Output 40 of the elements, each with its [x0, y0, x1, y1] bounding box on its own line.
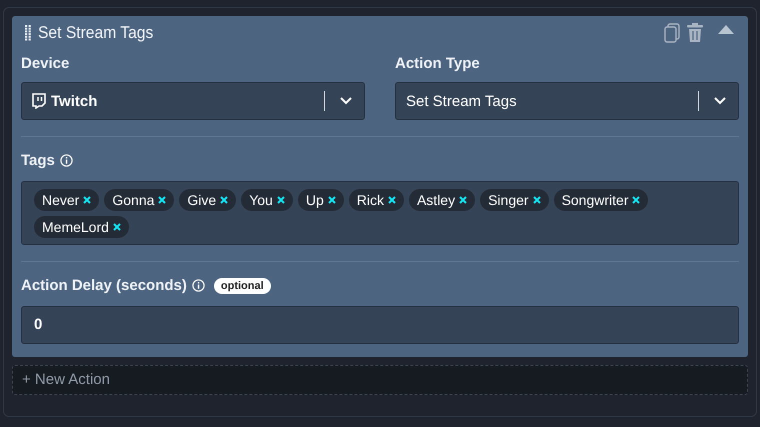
- field-label: Action Delay (seconds): [21, 277, 187, 294]
- tag-chip: Give: [179, 189, 236, 211]
- drag-handle-icon[interactable]: [25, 25, 31, 41]
- chat-bubble-icon: [32, 93, 46, 109]
- field-label: Action Type: [395, 55, 481, 72]
- tag-chip: MemeLord: [34, 216, 129, 238]
- remove-tag-icon[interactable]: [328, 196, 336, 204]
- new-action-button[interactable]: + New Action: [12, 365, 748, 395]
- copy-icon[interactable]: [664, 23, 680, 43]
- info-icon[interactable]: [192, 279, 205, 292]
- field-label: Device: [21, 55, 70, 72]
- tag-chip: Rick: [348, 189, 404, 211]
- tag-chip: Astley: [408, 189, 476, 211]
- chevron-down-icon: [714, 97, 726, 105]
- tag-chip: Never: [34, 189, 100, 211]
- remove-tag-icon[interactable]: [158, 196, 166, 204]
- collapse-caret-icon[interactable]: [718, 25, 734, 35]
- action-title: Set Stream Tags: [38, 23, 154, 43]
- tag-chip: Up: [298, 189, 344, 211]
- remove-tag-icon[interactable]: [459, 196, 468, 204]
- remove-tag-icon[interactable]: [276, 196, 285, 204]
- remove-tag-icon[interactable]: [112, 223, 121, 231]
- tag-chip: Songwriter: [554, 189, 648, 211]
- optional-badge: optional: [214, 278, 271, 294]
- remove-tag-icon[interactable]: [632, 196, 640, 204]
- remove-tag-icon[interactable]: [220, 196, 228, 204]
- info-icon[interactable]: [60, 154, 73, 167]
- remove-tag-icon[interactable]: [388, 196, 396, 204]
- tag-chip: Gonna: [104, 189, 174, 211]
- delay-input[interactable]: 0: [21, 306, 739, 344]
- action-type-select[interactable]: Set Stream Tags: [395, 82, 739, 120]
- field-label: Tags: [21, 152, 55, 169]
- device-select[interactable]: Twitch: [21, 82, 365, 120]
- chevron-down-icon: [340, 97, 352, 105]
- tags-input[interactable]: Never Gonna Give You Up Rick Astley Singer Songwriter MemeLord: [21, 181, 739, 245]
- tag-chip: Singer: [480, 189, 549, 211]
- tag-chip: You: [241, 189, 293, 211]
- remove-tag-icon[interactable]: [532, 196, 541, 204]
- remove-tag-icon[interactable]: [83, 196, 92, 204]
- trash-icon[interactable]: [687, 23, 703, 43]
